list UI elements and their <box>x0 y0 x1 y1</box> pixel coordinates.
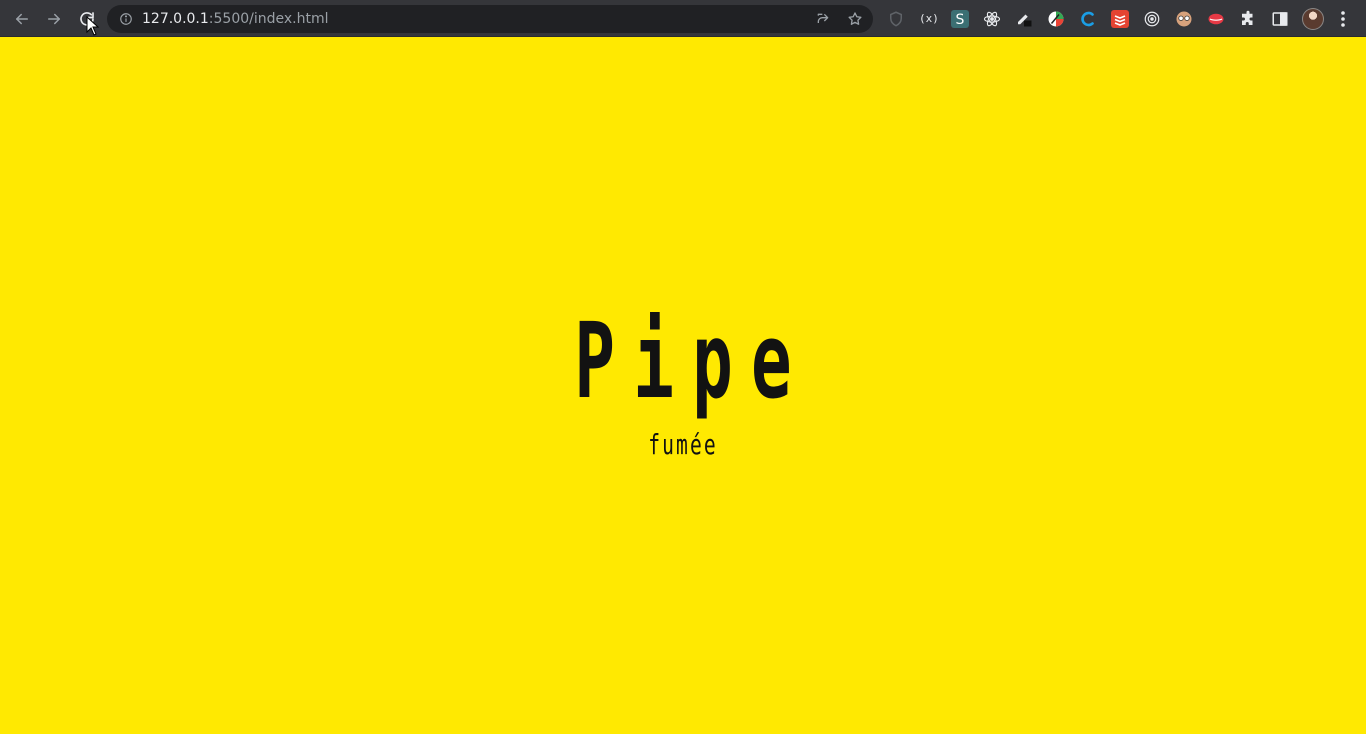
extension-s-icon[interactable]: S <box>951 10 969 28</box>
puzzle-extensions-icon[interactable] <box>1239 10 1257 28</box>
extension-glasses-icon[interactable] <box>1175 10 1193 28</box>
extension-colorful-icon[interactable] <box>1047 10 1065 28</box>
page-title: Pipe <box>574 300 810 422</box>
page-content: Pipe fumée <box>0 37 1366 734</box>
share-icon[interactable] <box>815 11 831 27</box>
extension-react-icon[interactable] <box>983 10 1001 28</box>
page-subtitle: fumée <box>648 428 718 461</box>
forward-arrow-icon <box>48 13 60 25</box>
forward-button[interactable] <box>41 6 67 32</box>
extension-c-icon[interactable] <box>1079 10 1097 28</box>
extension-pen-icon[interactable] <box>1015 10 1033 28</box>
back-button[interactable] <box>9 6 35 32</box>
more-menu-icon[interactable] <box>1338 9 1348 29</box>
extension-lips-icon[interactable] <box>1207 10 1225 28</box>
url-text[interactable]: 127.0.0.1:5500/index.html <box>142 11 329 27</box>
extension-code-icon[interactable]: (x) <box>919 10 939 28</box>
address-bar[interactable]: 127.0.0.1:5500/index.html <box>107 5 873 33</box>
back-arrow-icon <box>16 13 28 25</box>
extension-todo-icon[interactable] <box>1111 10 1129 28</box>
svg-text:S: S <box>956 12 965 28</box>
extension-shield-icon[interactable] <box>887 10 905 28</box>
info-icon[interactable] <box>119 12 133 26</box>
mouse-cursor-icon <box>86 16 100 36</box>
side-panel-icon[interactable] <box>1271 10 1289 28</box>
profile-avatar[interactable] <box>1302 8 1324 30</box>
browser-toolbar: 127.0.0.1:5500/index.html (x) S <box>0 0 1366 37</box>
bookmark-star-icon[interactable] <box>847 11 863 27</box>
url-host: 127.0.0.1 <box>142 11 209 27</box>
url-path: :5500/index.html <box>208 11 329 27</box>
extension-target-icon[interactable] <box>1143 10 1161 28</box>
